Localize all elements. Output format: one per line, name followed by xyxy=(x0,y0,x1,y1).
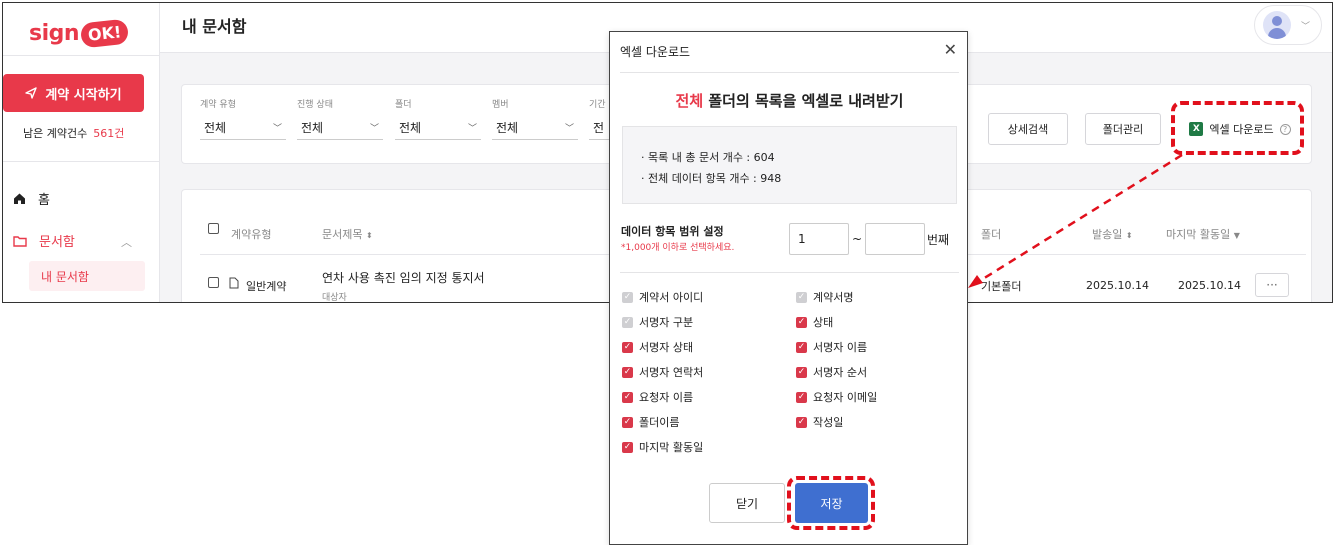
field-requester-name[interactable]: ✓ 요청자 이름 xyxy=(622,389,693,405)
checkbox-icon: ✓ xyxy=(622,441,633,453)
field-label: 요청자 이름 xyxy=(639,391,694,404)
checkbox-icon: ✓ xyxy=(796,366,807,378)
range-tilde: ~ xyxy=(852,232,863,246)
modal-heading-text: 폴더의 목록을 엑셀로 내려받기 xyxy=(703,92,904,110)
modal-heading-accent: 전체 xyxy=(675,92,704,110)
checkbox-icon: ✓ xyxy=(622,341,633,353)
checkbox-icon: ✓ xyxy=(622,291,633,303)
checkbox-icon: ✓ xyxy=(796,391,807,403)
field-label: 서명자 구분 xyxy=(639,316,694,329)
field-signer-name[interactable]: ✓ 서명자 이름 xyxy=(796,339,867,355)
close-button[interactable]: 닫기 xyxy=(709,483,785,523)
checkbox-icon: ✓ xyxy=(796,316,807,328)
modal-heading: 전체 폴더의 목록을 엑셀로 내려받기 xyxy=(610,90,969,111)
range-label: 데이터 항목 범위 설정 xyxy=(621,225,724,238)
field-signer-type[interactable]: ✓ 서명자 구분 xyxy=(622,314,693,330)
field-label: 서명자 연락처 xyxy=(639,366,704,379)
checkbox-icon: ✓ xyxy=(796,341,807,353)
checkbox-icon: ✓ xyxy=(622,416,633,428)
field-label: 마지막 활동일 xyxy=(639,441,704,454)
field-folder-name[interactable]: ✓ 폴더이름 xyxy=(622,414,679,430)
excel-download-modal: 엑셀 다운로드 ✕ 전체 폴더의 목록을 엑셀로 내려받기 · 목록 내 총 문… xyxy=(609,31,968,545)
modal-divider xyxy=(620,72,959,73)
field-requester-email[interactable]: ✓ 요청자 이메일 xyxy=(796,389,877,405)
field-contract-name[interactable]: ✓ 계약서명 xyxy=(796,289,853,305)
range-unit: 번째 xyxy=(927,233,950,247)
checkbox-icon: ✓ xyxy=(622,366,633,378)
checkbox-icon: ✓ xyxy=(796,291,807,303)
field-label: 서명자 순서 xyxy=(813,366,868,379)
field-label: 요청자 이메일 xyxy=(813,391,878,404)
field-label: 계약서 아이디 xyxy=(639,291,704,304)
field-contract-id[interactable]: ✓ 계약서 아이디 xyxy=(622,289,703,305)
save-button-highlight xyxy=(787,476,875,530)
checkbox-icon: ✓ xyxy=(796,416,807,428)
field-signer-order[interactable]: ✓ 서명자 순서 xyxy=(796,364,867,380)
field-label: 작성일 xyxy=(813,416,844,429)
field-signer-contact[interactable]: ✓ 서명자 연락처 xyxy=(622,364,703,380)
field-created-date[interactable]: ✓ 작성일 xyxy=(796,414,843,430)
range-to-input[interactable] xyxy=(865,223,925,255)
range-hint: *1,000개 이하로 선택하세요. xyxy=(621,243,735,253)
field-status[interactable]: ✓ 상태 xyxy=(796,314,833,330)
field-label: 계약서명 xyxy=(813,291,854,304)
checkbox-icon: ✓ xyxy=(622,391,633,403)
document-count-info: · 목록 내 총 문서 개수 : 604 · 전체 데이터 항목 개수 : 94… xyxy=(622,126,957,204)
checkbox-icon: ✓ xyxy=(622,316,633,328)
field-label: 서명자 상태 xyxy=(639,341,694,354)
field-signer-status[interactable]: ✓ 서명자 상태 xyxy=(622,339,693,355)
total-data-count: · 전체 데이터 항목 개수 : 948 xyxy=(641,172,782,185)
total-document-count: · 목록 내 총 문서 개수 : 604 xyxy=(641,151,775,164)
range-from-input[interactable]: 1 xyxy=(789,223,849,255)
field-label: 서명자 이름 xyxy=(813,341,868,354)
field-last-activity[interactable]: ✓ 마지막 활동일 xyxy=(622,439,703,455)
modal-divider xyxy=(620,272,959,273)
field-label: 폴더이름 xyxy=(639,416,680,429)
field-label: 상태 xyxy=(813,316,834,329)
modal-title: 엑셀 다운로드 xyxy=(620,45,691,59)
close-icon[interactable]: ✕ xyxy=(944,40,957,59)
